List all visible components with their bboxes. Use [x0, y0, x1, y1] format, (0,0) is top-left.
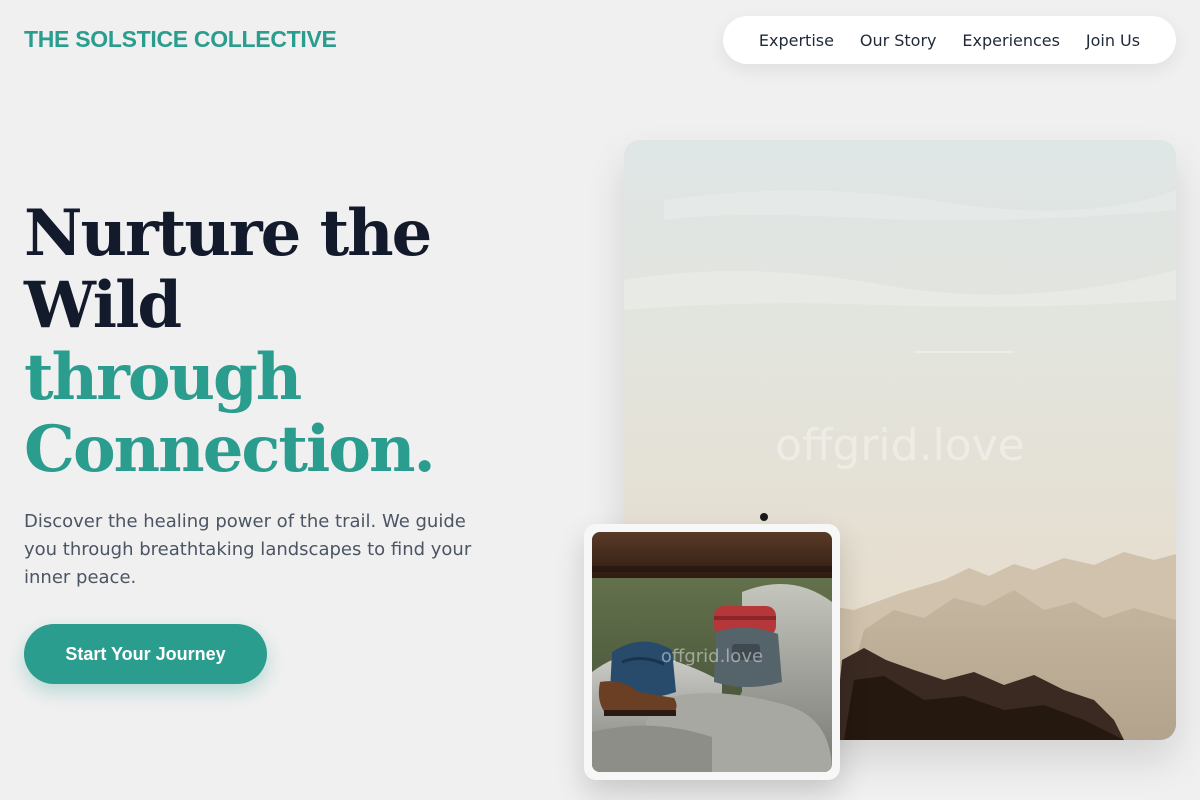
nav-link-expertise[interactable]: Expertise [759, 31, 834, 50]
headline-accent-line-1: through [24, 340, 302, 415]
hero-headline: Nurture the Wild through Connection. [24, 198, 544, 486]
backpack-photo: offgrid.love [592, 532, 832, 772]
inset-photo-frame: offgrid.love [584, 524, 840, 780]
headline-line-2: Wild [24, 268, 182, 343]
main-nav: Expertise Our Story Experiences Join Us [723, 16, 1176, 64]
nav-link-our-story[interactable]: Our Story [860, 31, 937, 50]
start-journey-button[interactable]: Start Your Journey [24, 624, 267, 684]
headline-accent-line-2: Connection. [24, 412, 436, 487]
main-photo-watermark: offgrid.love [775, 420, 1025, 471]
nav-link-experiences[interactable]: Experiences [962, 31, 1060, 50]
inset-photo-watermark: offgrid.love [661, 646, 763, 667]
nav-link-join-us[interactable]: Join Us [1086, 31, 1140, 50]
hero-lead-text: Discover the healing power of the trail.… [24, 511, 472, 588]
brand-logo[interactable]: THE SOLSTICE COLLECTIVE [24, 26, 337, 53]
backpack-on-rocks-image: offgrid.love [592, 532, 832, 772]
page: THE SOLSTICE COLLECTIVE Expertise Our St… [0, 0, 1200, 800]
headline-line-1: Nurture the [24, 196, 432, 271]
